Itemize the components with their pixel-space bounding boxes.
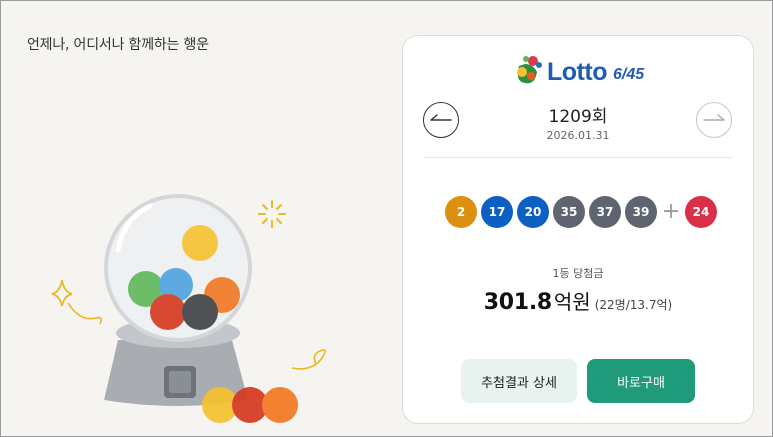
prize-amount-row: 301.8 억원 (22명/13.7억): [403, 286, 753, 315]
result-detail-button[interactable]: 추첨결과 상세: [461, 359, 577, 403]
prize-unit: 억원: [553, 290, 591, 314]
logo-text: Lotto: [547, 58, 607, 86]
divider: [423, 157, 733, 158]
number-ball: 39: [625, 196, 657, 228]
clover-bag-icon: [517, 56, 542, 84]
number-ball: 20: [517, 196, 549, 228]
lotto-result-card: Lotto 6/45 1209회 2026.01.31 2 17 20 35 3…: [402, 35, 754, 424]
number-ball: 2: [445, 196, 477, 228]
sparkle-icon: [258, 200, 286, 228]
prize-detail: (22명/13.7억): [594, 298, 673, 312]
number-ball: 35: [553, 196, 585, 228]
swirl-decoration: [67, 302, 103, 325]
ball-out-orange: [262, 387, 298, 423]
plus-icon: +: [661, 199, 681, 224]
bonus-ball: 24: [685, 196, 717, 228]
number-ball: 17: [481, 196, 513, 228]
ball-dark: [182, 294, 218, 330]
star-icon: [51, 279, 73, 307]
logo-subtext: 6/45: [613, 66, 645, 83]
number-ball: 37: [589, 196, 621, 228]
swirl-decoration-right: [291, 349, 326, 370]
ball-yellow: [182, 225, 218, 261]
prize-label: 1등 당첨금: [552, 267, 604, 280]
lotto-machine-illustration: [51, 194, 326, 423]
winning-numbers: 2 17 20 35 37 39 + 24: [445, 196, 717, 228]
next-round-button[interactable]: [696, 102, 732, 138]
lotto-logo: Lotto 6/45: [511, 54, 651, 88]
arrow-right-icon: [703, 114, 725, 121]
buy-now-button[interactable]: 바로구매: [587, 359, 695, 403]
ball-red: [150, 294, 186, 330]
prize-amount: 301.8: [483, 290, 552, 315]
